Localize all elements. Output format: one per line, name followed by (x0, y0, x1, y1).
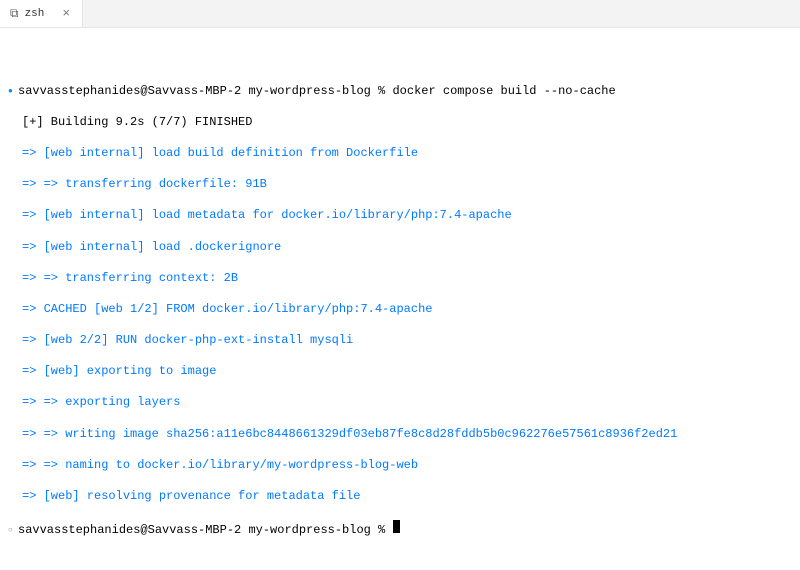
terminal-output[interactable]: ● savvasstephanides@Savvass-MBP-2 my-wor… (0, 28, 800, 562)
build-status-header: [+] Building 9.2s (7/7) FINISHED (22, 115, 792, 131)
build-step: => => naming to docker.io/library/my-wor… (22, 458, 792, 474)
command-text: docker compose build --no-cache (392, 84, 615, 100)
terminal-icon: ⧉ (10, 8, 19, 20)
build-step: => [web] resolving provenance for metada… (22, 489, 792, 505)
tab-zsh[interactable]: ⧉ zsh × (0, 0, 83, 27)
build-step: => => exporting layers (22, 395, 792, 411)
build-step: => CACHED [web 1/2] FROM docker.io/libra… (22, 302, 792, 318)
build-step: => [web internal] load metadata for dock… (22, 208, 792, 224)
prompt-line-1: ● savvasstephanides@Savvass-MBP-2 my-wor… (8, 84, 792, 100)
build-step: => => transferring dockerfile: 91B (22, 177, 792, 193)
build-step: => [web internal] load .dockerignore (22, 240, 792, 256)
build-step: => => transferring context: 2B (22, 271, 792, 287)
close-icon[interactable]: × (60, 6, 72, 21)
tab-bar: ⧉ zsh × (0, 0, 800, 28)
shell-prompt: savvasstephanides@Savvass-MBP-2 my-wordp… (18, 84, 392, 100)
build-step: => [web] exporting to image (22, 364, 792, 380)
tab-title: zsh (25, 8, 45, 20)
prompt-line-2: ○ savvasstephanides@Savvass-MBP-2 my-wor… (8, 520, 792, 539)
build-step: => => writing image sha256:a11e6bc844866… (22, 427, 792, 443)
status-bullet-idle: ○ (8, 526, 18, 536)
build-step: => [web internal] load build definition … (22, 146, 792, 162)
status-bullet-active: ● (8, 87, 18, 97)
cursor (393, 520, 400, 533)
build-step: => [web 2/2] RUN docker-php-ext-install … (22, 333, 792, 349)
shell-prompt: savvasstephanides@Savvass-MBP-2 my-wordp… (18, 523, 392, 539)
